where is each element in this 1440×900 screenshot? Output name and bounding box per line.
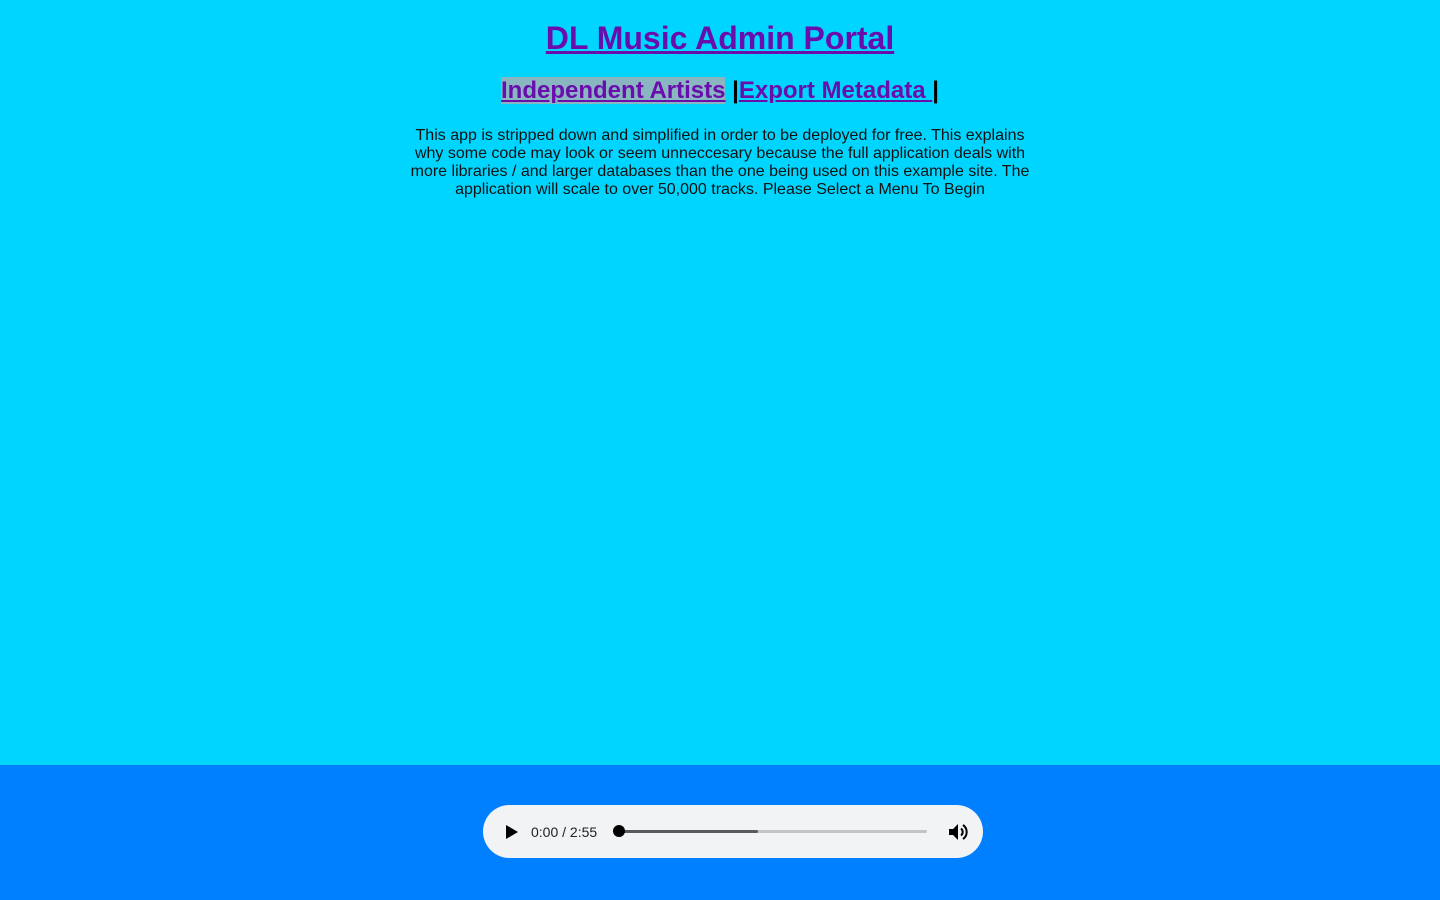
nav-separator: | [732,77,739,104]
nav-export-metadata[interactable]: Export Metadata [739,77,932,104]
volume-button[interactable] [947,820,971,844]
nav-separator: | [932,77,939,104]
page-title-link[interactable]: DL Music Admin Portal [546,18,894,58]
time-display: 0:00 / 2:55 [531,823,598,840]
play-icon [506,824,518,839]
nav-independent-artists[interactable]: Independent Artists [501,77,726,104]
footer-bar: 0:00 / 2:55 [0,765,1440,900]
audio-player: 0:00 / 2:55 [483,805,983,858]
seek-thumb[interactable] [613,825,626,837]
seek-bar[interactable] [613,825,928,837]
play-button[interactable] [501,821,523,843]
nav-menu: Independent Artists |Export Metadata | [0,76,1440,106]
intro-text: This app is stripped down and simplified… [410,127,1030,198]
volume-icon [949,823,968,840]
buffered-range [619,830,758,833]
main-content: DL Music Admin Portal Independent Artist… [0,0,1440,765]
